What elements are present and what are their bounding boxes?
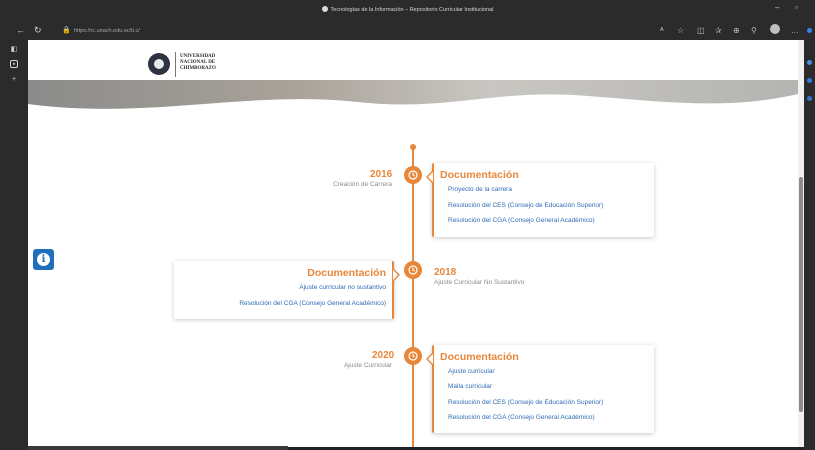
lock-icon: 🔒 <box>62 27 71 34</box>
timeline-year-2016: 2016 <box>370 169 393 180</box>
info-icon: i <box>37 253 50 266</box>
clock-icon <box>408 351 418 361</box>
timeline-subtitle-2020: Ajuste Curricular <box>343 362 392 369</box>
link-proyecto-carrera[interactable]: Proyecto de la carrera <box>448 186 512 193</box>
timeline-line <box>412 148 414 447</box>
restore-icon[interactable]: ▫ <box>795 3 798 12</box>
new-tab-icon[interactable]: + <box>10 76 18 84</box>
tools-sidebar-icon[interactable] <box>807 78 812 83</box>
timeline-year-2020: 2020 <box>372 350 395 361</box>
clock-icon <box>408 265 418 275</box>
link-malla-curricular[interactable]: Malla curricular <box>448 383 492 390</box>
read-aloud-icon[interactable]: ᴬ <box>660 26 664 35</box>
link-resolucion-ces-2020[interactable]: Resolución del CES (Consejo de Educación… <box>448 399 603 406</box>
favicon-icon <box>321 6 328 12</box>
page-scrollbar[interactable] <box>798 40 804 447</box>
link-resolucion-cga-2018[interactable]: Resolución del CGA (Consejo General Acad… <box>239 300 386 307</box>
active-tab-icon[interactable]: ▪ <box>10 60 18 68</box>
clock-icon <box>408 170 418 180</box>
more-options-icon[interactable]: … <box>791 26 799 35</box>
timeline-node-2020 <box>404 347 422 365</box>
browser-title-bar: Tecnologías de la Información – Reposito… <box>0 0 815 22</box>
documentation-card-2016: Documentación Proyecto de la carrera Res… <box>426 163 654 237</box>
link-ajuste-no-sustantivo[interactable]: Ajuste curricular no sustantivo <box>299 284 386 291</box>
extensions-icon[interactable]: ⚲ <box>751 26 757 35</box>
outlook-sidebar-icon[interactable] <box>807 96 812 101</box>
timeline-subtitle-2016: Creación de Carrera <box>333 181 392 188</box>
collections-icon[interactable]: ⊕ <box>733 26 740 35</box>
profile-avatar[interactable] <box>770 24 780 34</box>
address-bar[interactable]: 🔒 https://rc.unach.edu.ec/ti.c/ <box>56 25 646 37</box>
logo-line-3: CHIMBORAZO <box>180 66 216 71</box>
timeline-node-2018 <box>404 261 422 279</box>
window-title: Tecnologías de la Información – Reposito… <box>0 6 815 13</box>
timeline-node-2016 <box>404 166 422 184</box>
university-name-logo[interactable]: UNIVERSIDAD NACIONAL DE CHIMBORAZO <box>180 54 240 72</box>
link-resolucion-cga-2020[interactable]: Resolución del CGA (Consejo General Acad… <box>448 414 595 421</box>
vertical-tabs-strip: ◧ ▪ + <box>0 40 28 450</box>
timeline-year-2018: 2018 <box>434 267 457 278</box>
browser-toolbar: ← ↻ 🔒 https://rc.unach.edu.ec/ti.c/ ᴬ ☆ … <box>0 22 815 40</box>
info-button[interactable]: i <box>33 249 54 270</box>
documentation-card-2018: Documentación Ajuste curricular no susta… <box>174 261 400 319</box>
link-resolucion-cga-2016[interactable]: Resolución del CGA (Consejo General Acad… <box>448 217 595 224</box>
search-sidebar-icon[interactable] <box>807 60 812 65</box>
card-pointer <box>393 269 400 281</box>
address-url: https://rc.unach.edu.ec/ti.c/ <box>74 28 140 34</box>
card-pointer <box>426 353 433 365</box>
window-title-text: Tecnologías de la Información – Reposito… <box>330 7 494 13</box>
reload-icon[interactable]: ↻ <box>34 25 42 35</box>
favorites-icon[interactable]: ✰ <box>715 26 722 35</box>
split-screen-icon[interactable]: ◫ <box>697 26 705 35</box>
card-title-2016: Documentación <box>440 169 519 181</box>
documentation-card-2020: Documentación Ajuste curricular Malla cu… <box>426 345 654 433</box>
tab-actions-icon[interactable]: ◧ <box>10 46 18 54</box>
back-arrow-icon[interactable]: ← <box>16 25 25 35</box>
card-pointer <box>426 171 433 183</box>
card-title-2020: Documentación <box>440 351 519 363</box>
web-page: UNIVERSIDAD NACIONAL DE CHIMBORAZO 2016 … <box>28 40 798 447</box>
scrollbar-thumb[interactable] <box>799 177 803 412</box>
logo-divider <box>175 52 176 77</box>
link-ajuste-curricular[interactable]: Ajuste curricular <box>448 368 495 375</box>
minimize-icon[interactable]: – <box>775 3 779 12</box>
copilot-icon[interactable] <box>807 28 812 33</box>
hero-banner-image <box>28 80 798 130</box>
link-resolucion-ces-2016[interactable]: Resolución del CES (Consejo de Educación… <box>448 202 603 209</box>
card-title-2018: Documentación <box>307 267 386 279</box>
status-bar <box>28 446 288 450</box>
favorite-star-icon[interactable]: ☆ <box>677 26 684 35</box>
timeline-subtitle-2018: Ajuste Curricular No Sustantivo <box>434 279 525 286</box>
university-seal-logo[interactable] <box>148 53 170 75</box>
edge-sidebar <box>804 22 815 450</box>
